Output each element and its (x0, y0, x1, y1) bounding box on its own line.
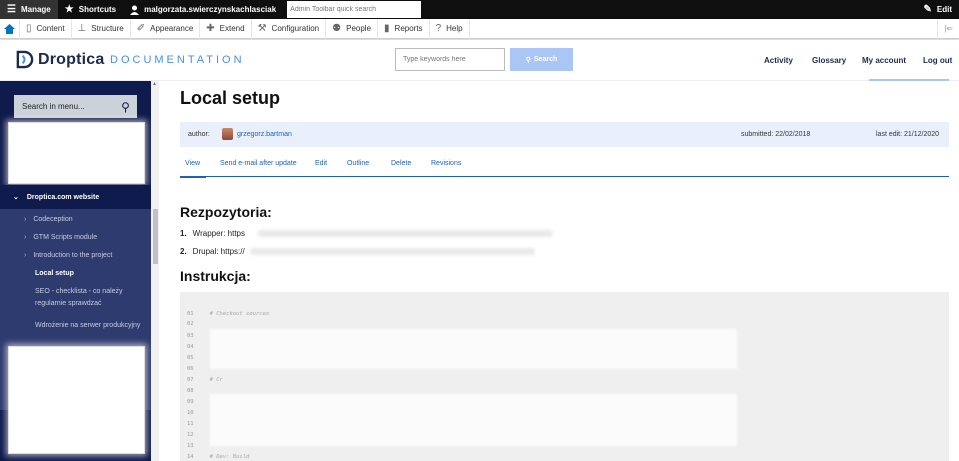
author-link[interactable]: grzegorz.bartman (237, 131, 292, 138)
toolbar-search-input[interactable] (287, 1, 422, 18)
help-icon: ? (435, 23, 442, 34)
nav-my-account[interactable]: My account (862, 56, 906, 65)
redacted-code (210, 394, 737, 446)
tray-item-content[interactable]: ▯ Content (20, 18, 72, 39)
structure-icon: ⊥ (77, 23, 87, 34)
chevron-right-icon: › (24, 234, 27, 241)
chevron-right-icon: › (24, 252, 27, 259)
tab-active-indicator (180, 176, 206, 178)
nav-log-out[interactable]: Log out (923, 56, 952, 65)
user-icon (130, 5, 140, 15)
puzzle-icon: ✚ (206, 23, 215, 34)
documentation-label: DOCUMENTATION (110, 54, 245, 66)
code-line: 13 (187, 443, 194, 449)
code-line: 04 (187, 344, 194, 350)
heading-repositories: Rezpozytoria: (180, 204, 272, 220)
author-label: author: (188, 131, 210, 138)
code-line: 03 (187, 333, 194, 339)
admin-toolbar: ☰ Manage ★ Shortcuts malgorzata.swierczy… (0, 0, 959, 19)
meta-bar: author: grzegorz.bartman submitted: 22/0… (180, 122, 949, 147)
bar-chart-icon: ▮ (384, 23, 390, 34)
redacted-menu-block (8, 122, 145, 184)
code-line: 09 (187, 399, 194, 405)
local-tasks: View Send e-mail after update Edit Outli… (180, 157, 949, 178)
list-item: 2. Drupal: https:// (180, 247, 245, 256)
code-line: 11 (187, 421, 194, 427)
tab-view[interactable]: View (185, 160, 200, 167)
code-line: 01 # Checkout sources (187, 311, 270, 317)
search-icon: ⚲ (121, 99, 130, 114)
redacted-code (210, 329, 737, 369)
droptica-logo-icon (16, 50, 34, 69)
sidebar-section-header[interactable]: ⌄ Droptica.com website (0, 185, 151, 209)
chevron-down-icon: ⌄ (13, 194, 19, 201)
search-icon: ⚲ (525, 56, 531, 64)
manage-button[interactable]: ☰ Manage (0, 0, 58, 19)
document-icon: ▯ (26, 23, 32, 34)
redacted-url (250, 248, 535, 255)
site-search-input[interactable] (395, 48, 505, 71)
wrench-icon: ⚒ (257, 23, 267, 34)
chevron-right-icon: › (24, 216, 27, 223)
tray-item-configuration[interactable]: ⚒ Configuration (252, 18, 327, 39)
tab-edit[interactable]: Edit (315, 160, 327, 167)
last-edit-date: last edit: 21/12/2020 (876, 131, 940, 138)
site-logo[interactable]: Droptica (15, 50, 105, 69)
code-line: 14 # Dev: Build (187, 454, 250, 460)
tray-item-structure[interactable]: ⊥ Structure (72, 18, 131, 39)
tray-item-help[interactable]: ? Help (430, 18, 470, 39)
tray-item-extend[interactable]: ✚ Extend (200, 18, 252, 39)
code-line: 02 (187, 321, 194, 327)
scroll-thumb[interactable] (153, 209, 158, 264)
sidebar-item-gtm[interactable]: › GTM Scripts module (24, 234, 97, 241)
code-line: 12 (187, 432, 194, 438)
redacted-menu-block (8, 346, 145, 454)
code-block[interactable]: 01 # Checkout sources 02 03 04 05 06 07 # … (180, 292, 949, 461)
tray-item-appearance[interactable]: ✐ Appearance (131, 18, 201, 39)
home-button[interactable] (0, 18, 20, 39)
list-item: 1. Wrapper: https (180, 229, 245, 238)
nav-active-underline (869, 79, 949, 81)
sidebar-item-introduction[interactable]: › Introduction to the project (24, 252, 112, 259)
brush-icon: ✐ (136, 23, 146, 34)
page-title: Local setup (180, 88, 281, 108)
sidebar-item-deploy[interactable]: Wdrożenie na serwer produkcyjny (35, 320, 145, 332)
people-icon: ⚉ (332, 23, 342, 34)
pencil-icon: ✎ (923, 4, 932, 15)
user-button[interactable]: malgorzata.swierczynskachlasciak (123, 0, 283, 19)
sidebar-item-seo[interactable]: SEO - checklista - co należy regularnie … (35, 286, 145, 310)
avatar (222, 128, 233, 140)
search-button[interactable]: ⚲ Search (510, 48, 573, 71)
tab-send-email[interactable]: Send e-mail after update (220, 160, 297, 167)
sidebar-scrollbar[interactable]: ▲ (151, 81, 159, 461)
submitted-date: submitted: 22/02/2018 (741, 131, 811, 138)
code-line: 08 (187, 388, 194, 394)
heading-instructions: Instrukcja: (180, 268, 251, 284)
code-line: 10 (187, 410, 194, 416)
sidebar: Search in menu... ⚲ ⌄ Droptica.com websi… (0, 81, 151, 461)
nav-glossary[interactable]: Glossary (812, 56, 846, 65)
admin-tray: ▯ Content ⊥ Structure ✐ Appearance ✚ Extend … (0, 18, 959, 39)
tab-revisions[interactable]: Revisions (431, 160, 461, 167)
nav-activity[interactable]: Activity (764, 56, 793, 65)
tray-item-people[interactable]: ⚉ People (326, 18, 379, 39)
code-line: 06 (187, 366, 194, 372)
redacted-url (258, 230, 553, 237)
tray-orientation-toggle[interactable]: |⇐ (937, 18, 959, 39)
shortcuts-button[interactable]: ★ Shortcuts (58, 0, 123, 19)
scroll-up-icon: ▲ (152, 81, 157, 87)
hamburger-icon: ☰ (7, 4, 16, 15)
sidebar-search[interactable]: Search in menu... ⚲ (14, 95, 137, 118)
tray-item-reports[interactable]: ▮ Reports (378, 18, 430, 39)
star-icon: ★ (64, 4, 74, 15)
sidebar-item-codeception[interactable]: › Codeception (24, 216, 73, 223)
drupal-home-icon (4, 23, 15, 34)
code-line: 07 # Cr (187, 377, 223, 383)
edit-button[interactable]: ✎ Edit (917, 0, 959, 19)
tab-outline[interactable]: Outline (347, 160, 369, 167)
sidebar-item-local-setup[interactable]: Local setup (35, 270, 74, 277)
code-line: 05 (187, 355, 194, 361)
tab-delete[interactable]: Delete (391, 160, 411, 167)
